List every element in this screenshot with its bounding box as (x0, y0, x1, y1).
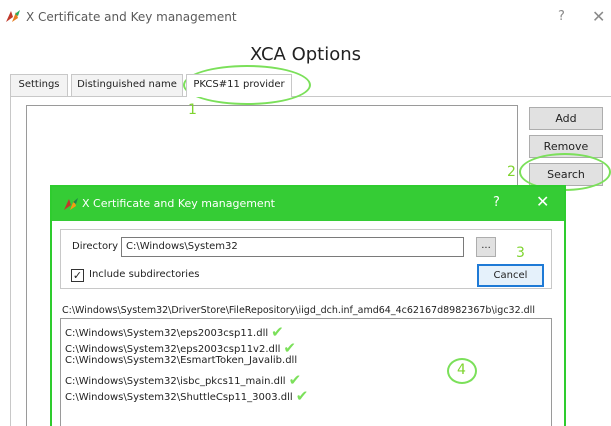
tab-distinguished-name[interactable]: Distinguished name (71, 74, 183, 96)
xca-app-icon (64, 198, 78, 210)
result-path: C:\Windows\System32\EsmartToken_Javalib.… (65, 355, 298, 366)
include-subdirectories-label: Include subdirectories (89, 269, 200, 280)
search-dialog: X Certificate and Key management ? ✕ Dir… (50, 185, 566, 426)
tab-pkcs11-provider[interactable]: PKCS#11 provider (186, 74, 292, 97)
search-dialog-title: X Certificate and Key management (82, 197, 275, 210)
cancel-button[interactable]: Cancel (477, 264, 544, 287)
main-close-button[interactable]: ✕ (592, 7, 605, 26)
search-results-list[interactable]: C:\Windows\System32\eps2003csp11.dll ✔ C:… (60, 318, 552, 426)
annotation-number-2: 2 (507, 164, 516, 180)
result-path: C:\Windows\System32\eps2003csp11v2.dll (65, 344, 281, 355)
result-path: C:\Windows\System32\ShuttleCsp11_3003.dl… (65, 392, 293, 403)
result-path: C:\Windows\System32\eps2003csp11.dll (65, 328, 269, 339)
screenshot-root: X Certificate and Key management ? ✕ XCA… (0, 0, 611, 426)
annotation-number-3: 3 (516, 245, 525, 261)
main-window-title: X Certificate and Key management (26, 10, 237, 24)
search-dialog-close-button[interactable]: ✕ (536, 192, 549, 211)
main-help-button[interactable]: ? (558, 9, 565, 24)
xca-app-icon (6, 10, 20, 22)
remove-button[interactable]: Remove (529, 135, 603, 158)
current-search-path: C:\Windows\System32\DriverStore\FileRepo… (62, 305, 535, 316)
result-row[interactable]: C:\Windows\System32\ShuttleCsp11_3003.dl… (65, 387, 308, 405)
result-row[interactable]: C:\Windows\System32\EsmartToken_Javalib.… (65, 355, 297, 366)
include-subdirectories-checkbox[interactable]: ✓ (71, 269, 84, 282)
directory-label: Directory (72, 241, 119, 252)
result-path: C:\Windows\System32\isbc_pkcs11_main.dll (65, 376, 286, 387)
annotation-number-1: 1 (188, 102, 197, 118)
annotation-number-4: 4 (457, 362, 466, 378)
options-heading: XCA Options (249, 44, 362, 65)
search-dialog-help-button[interactable]: ? (493, 195, 500, 210)
search-dialog-title-bar: X Certificate and Key management ? ✕ (52, 187, 564, 221)
directory-input[interactable]: C:\Windows\System32 (121, 237, 464, 257)
tab-settings[interactable]: Settings (10, 74, 68, 96)
search-button[interactable]: Search (529, 163, 603, 186)
checkmark-icon: ✔ (295, 387, 309, 405)
browse-button[interactable]: ... (476, 237, 496, 257)
add-button[interactable]: Add (529, 107, 603, 130)
main-title-bar: X Certificate and Key management ? ✕ (0, 0, 611, 40)
